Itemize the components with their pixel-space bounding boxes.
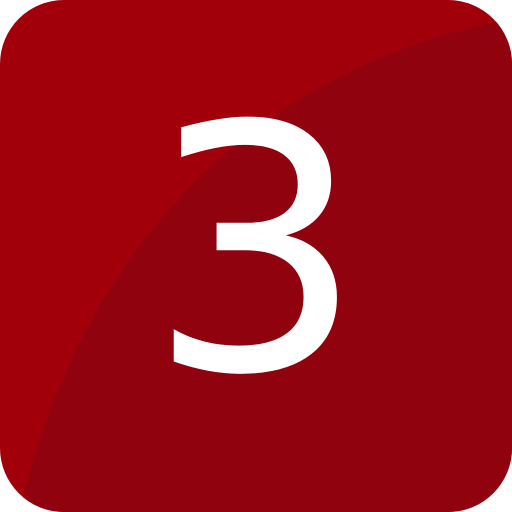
number-three-icon: 3 (0, 0, 512, 512)
digit-label: 3 (147, 54, 365, 450)
